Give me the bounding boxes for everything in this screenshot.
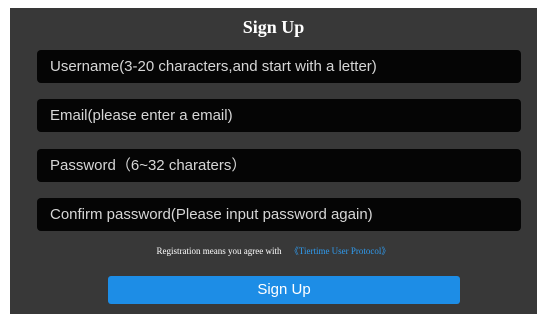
user-protocol-link[interactable]: 《Tiertime User Protocol》 <box>290 246 391 256</box>
signup-panel: Sign Up Registration means you agree wit… <box>10 8 537 314</box>
email-field[interactable] <box>37 99 521 132</box>
confirm-password-field[interactable] <box>37 198 521 231</box>
agreement-text: Registration means you agree with <box>156 246 282 256</box>
page-title: Sign Up <box>242 17 305 37</box>
sign-up-button[interactable]: Sign Up <box>108 276 460 304</box>
agreement-notice: Registration means you agree with 《Tiert… <box>10 245 537 257</box>
password-field[interactable] <box>37 149 521 182</box>
username-field[interactable] <box>37 50 521 83</box>
